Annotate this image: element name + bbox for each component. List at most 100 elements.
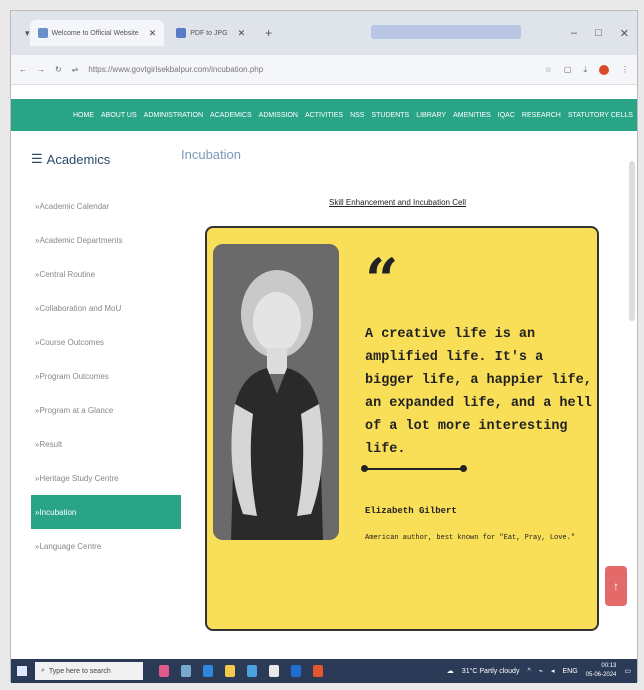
edge-browser-icon[interactable] <box>203 665 213 677</box>
clock-date: 05-06-2024 <box>585 672 617 678</box>
network-icon[interactable]: ⌁ <box>539 667 543 675</box>
close-icon[interactable]: ✕ <box>149 28 157 39</box>
taskbar-search[interactable]: ⌕ Type here to search <box>35 662 143 680</box>
browser-tab-bar: ▾ Welcome to Official Website ✕ PDF to J… <box>11 11 637 55</box>
sidebar-item[interactable]: » Incubation <box>31 495 181 529</box>
nav-item-nss[interactable]: NSS <box>350 112 364 119</box>
more-menu-icon[interactable]: ⋮ <box>621 65 629 74</box>
nav-item-research[interactable]: RESEARCH <box>522 112 561 119</box>
quote-author-description: American author, best known for "Eat, Pr… <box>365 534 576 542</box>
nav-item-about-us[interactable]: ABOUT US <box>101 112 137 119</box>
sidebar-item[interactable]: » Program at a Glance <box>31 393 181 427</box>
sidebar-item[interactable]: » Result <box>31 427 181 461</box>
sidebar-title-label: Academics <box>46 151 111 167</box>
sidebar-item[interactable]: » Academic Calendar <box>31 189 181 223</box>
quote-author: Elizabeth Gilbert <box>365 506 457 516</box>
close-window-icon[interactable]: ✕ <box>620 27 629 40</box>
sidebar-item-label: Incubation <box>39 507 77 517</box>
arrow-up-icon: ↑ <box>613 579 619 593</box>
reload-icon[interactable]: ↻ <box>55 65 62 74</box>
sidebar-item-label: Central Routine <box>39 269 96 279</box>
quote-card: “ A creative life is an amplified life. … <box>205 226 599 631</box>
menu-icon: ☰ <box>31 151 43 166</box>
forward-icon[interactable]: → <box>37 65 45 74</box>
sidebar-item-label: Result <box>39 439 63 449</box>
task-view-icon[interactable] <box>181 665 191 677</box>
volume-icon[interactable]: ◂ <box>551 667 555 675</box>
sidebar-item-label: Course Outcomes <box>39 337 104 347</box>
sidebar: ☰ Academics » Academic Calendar» Academi… <box>31 151 181 563</box>
windows-taskbar: ⌕ Type here to search ☁ 31°C Partly clou… <box>11 659 637 683</box>
maximize-icon[interactable]: □ <box>595 27 602 40</box>
browser-tab-active[interactable]: Welcome to Official Website ✕ <box>29 20 165 46</box>
store-icon[interactable] <box>247 665 257 677</box>
address-bar-actions: ☆ ▢ ⤓ ⋮ <box>545 64 629 75</box>
sidebar-item-label: Heritage Study Centre <box>39 473 119 483</box>
tray-chevron-icon[interactable]: ^ <box>527 668 530 675</box>
system-tray: ☁ 31°C Partly cloudy ^ ⌁ ◂ ENG 00:13 05-… <box>447 662 631 680</box>
clock[interactable]: 00:13 05-06-2024 <box>586 662 617 680</box>
sidebar-item[interactable]: » Academic Departments <box>31 223 181 257</box>
profile-avatar-icon[interactable] <box>599 64 609 75</box>
author-portrait-icon <box>213 244 339 540</box>
site-info-icon[interactable]: ⇌ <box>72 65 79 74</box>
window-controls: – □ ✕ <box>571 27 629 40</box>
nav-item-amenities[interactable]: AMENITIES <box>453 112 491 119</box>
search-icon: ⌕ <box>41 667 45 674</box>
weather-icon[interactable]: ☁ <box>447 667 454 675</box>
notification-icon[interactable]: ▭ <box>624 667 631 675</box>
nav-item-iqac[interactable]: IQAC <box>498 112 515 119</box>
sidebar-item-label: Collaboration and MoU <box>39 303 122 313</box>
sidebar-item[interactable]: » Heritage Study Centre <box>31 461 181 495</box>
file-explorer-icon[interactable] <box>225 665 235 677</box>
minimize-icon[interactable]: – <box>571 27 577 40</box>
bookmark-star-icon[interactable]: ☆ <box>545 65 552 74</box>
nav-item-academics[interactable]: ACADEMICS <box>210 112 252 119</box>
tab-menu-icon[interactable]: ▾ <box>25 28 30 39</box>
nav-item-statutory-cells[interactable]: STATUTORY CELLS <box>568 112 633 119</box>
nav-item-students[interactable]: STUDENTS <box>371 112 409 119</box>
sidebar-item[interactable]: » Collaboration and MoU <box>31 291 181 325</box>
clock-time: 00:13 <box>601 663 617 669</box>
language-indicator[interactable]: ENG <box>563 668 578 675</box>
screenshot-frame: ▾ Welcome to Official Website ✕ PDF to J… <box>10 10 638 683</box>
browser-tab[interactable]: PDF to JPG ✕ <box>168 20 253 46</box>
section-title: Skill Enhancement and Incubation Cell <box>329 198 466 207</box>
sidebar-item[interactable]: » Course Outcomes <box>31 325 181 359</box>
page-scrollbar[interactable] <box>629 161 635 321</box>
word-icon[interactable] <box>291 665 301 677</box>
nav-item-admission[interactable]: ADMISSION <box>259 112 298 119</box>
sidebar-item-label: Program Outcomes <box>39 371 109 381</box>
download-icon[interactable]: ⤓ <box>583 65 587 75</box>
nav-item-library[interactable]: LIBRARY <box>416 112 446 119</box>
sidebar-item[interactable]: » Central Routine <box>31 257 181 291</box>
url-field[interactable]: https://www.govtgirlsekbalpur.com/incuba… <box>88 65 534 74</box>
tab-title: Welcome to Official Website <box>51 29 139 37</box>
nav-item-activities[interactable]: ACTIVITIES <box>305 112 343 119</box>
hearts-app-icon[interactable] <box>159 665 169 677</box>
nav-item-administration[interactable]: ADMINISTRATION <box>144 112 203 119</box>
taskbar-apps <box>159 665 323 677</box>
back-icon[interactable]: ← <box>19 65 27 74</box>
weather-text[interactable]: 31°C Partly cloudy <box>462 668 520 675</box>
close-icon[interactable]: ✕ <box>238 28 246 39</box>
quote-mark: “ <box>365 246 399 314</box>
site-nav-bar: HOME ABOUT US ADMINISTRATION ACADEMICS ADMIS… <box>11 99 637 131</box>
scroll-to-top-button[interactable]: ↑ <box>605 566 627 606</box>
sidebar-item[interactable]: » Language Centre <box>31 529 181 563</box>
sidebar-item[interactable]: » Program Outcomes <box>31 359 181 393</box>
taskbar-search-placeholder: Type here to search <box>48 667 111 675</box>
sidebar-item-label: Academic Departments <box>39 235 123 245</box>
image-favicon-icon <box>176 28 187 38</box>
chrome-icon[interactable] <box>313 665 323 677</box>
notepad-icon[interactable] <box>269 665 279 677</box>
windows-start-icon[interactable] <box>17 666 27 676</box>
quote-text: A creative life is an amplified life. It… <box>365 327 592 457</box>
extensions-icon[interactable]: ▢ <box>564 65 572 74</box>
address-bar: ← → ↻ ⇌ https://www.govtgirlsekbalpur.co… <box>11 55 637 85</box>
new-tab-icon[interactable]: + <box>265 26 272 40</box>
tab-title: PDF to JPG <box>190 29 228 37</box>
sidebar-title[interactable]: ☰ Academics <box>31 151 181 167</box>
nav-item-home[interactable]: HOME <box>73 112 94 119</box>
blurred-region <box>371 25 521 39</box>
